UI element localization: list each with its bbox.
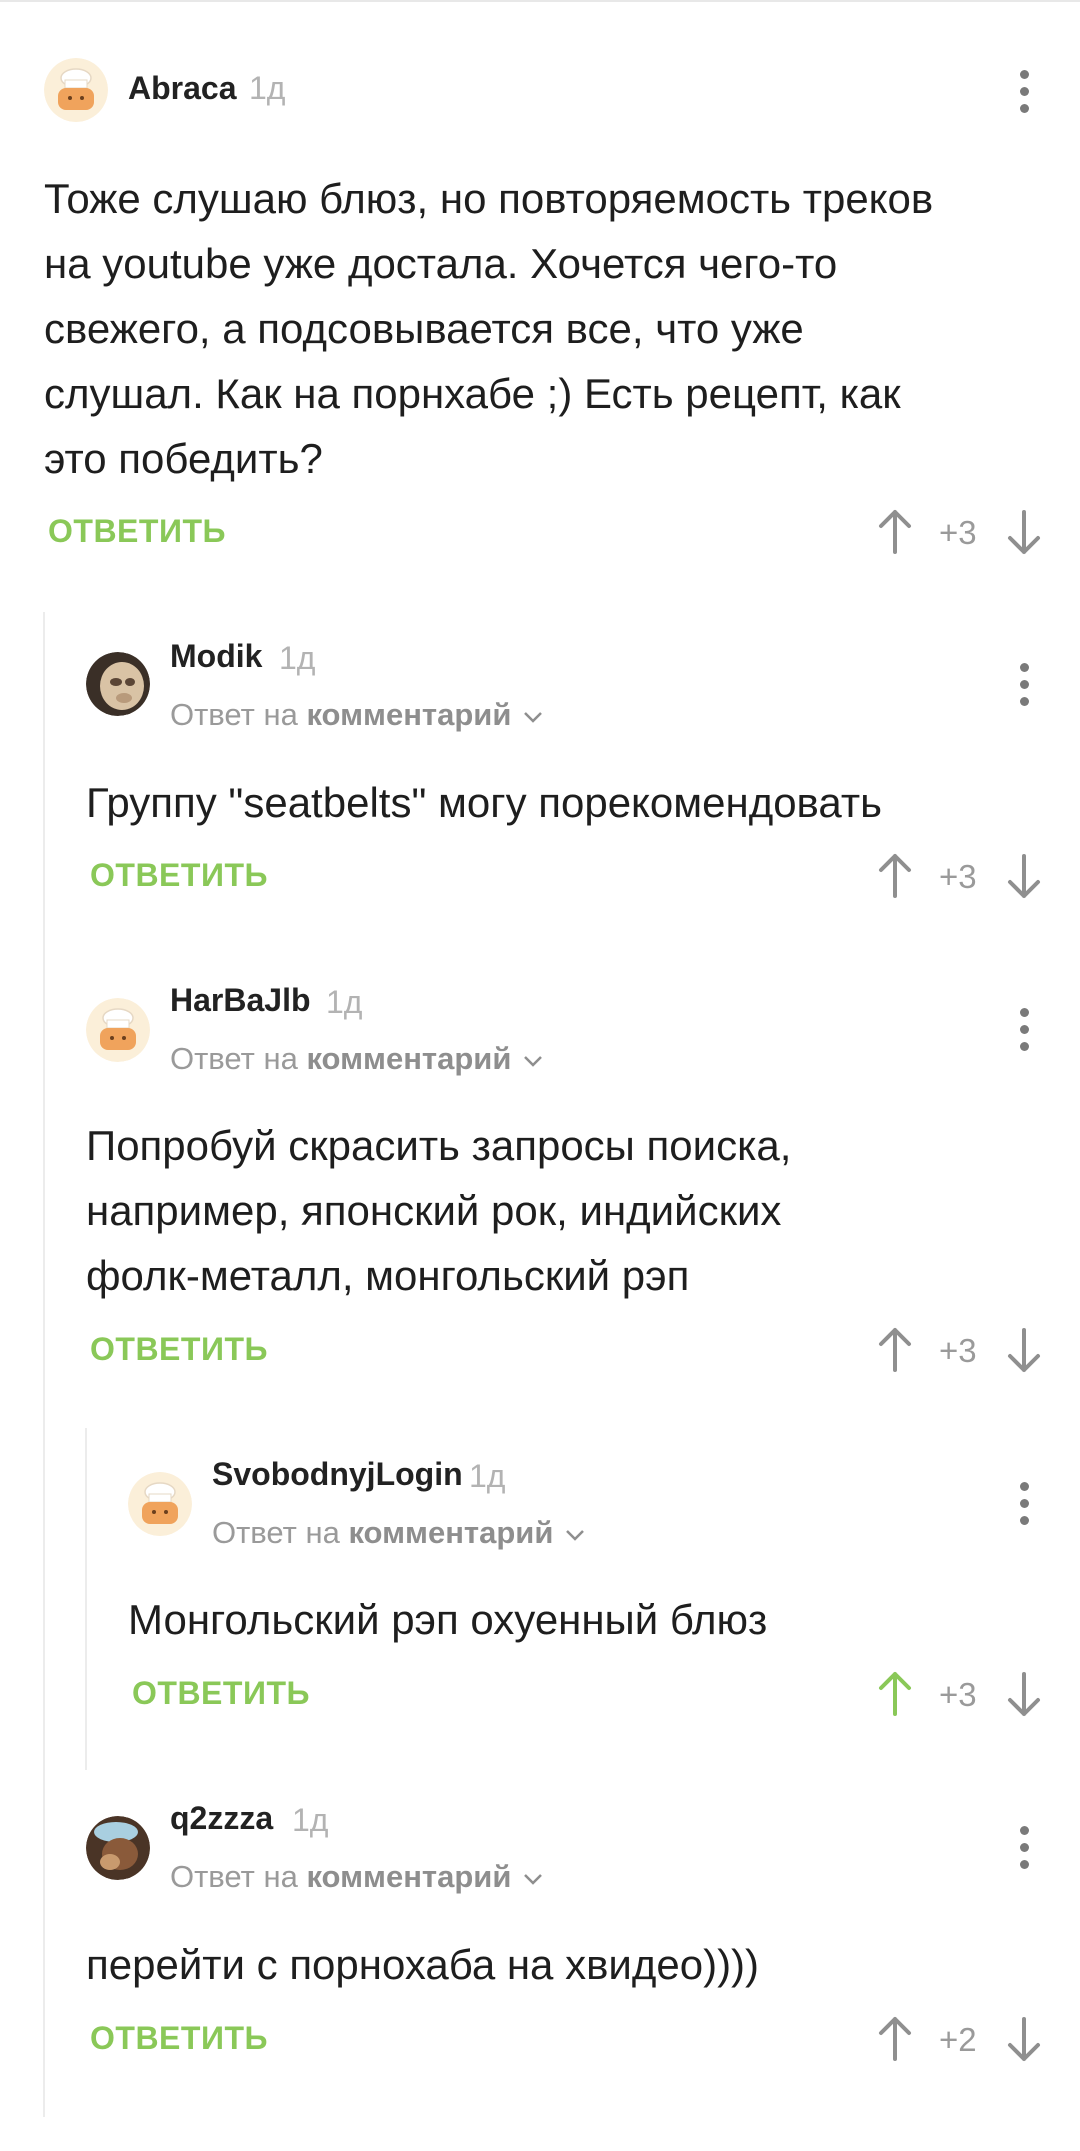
- timestamp: 1д: [326, 984, 363, 1020]
- upvote-arrow-icon[interactable]: [875, 1326, 915, 1374]
- score: +2: [939, 2021, 977, 2058]
- timestamp: 1д: [469, 1458, 506, 1494]
- comment-text: Монгольский рэп охуенный блюз: [128, 1596, 768, 1643]
- chef-avatar-icon: [44, 58, 108, 122]
- avatar[interactable]: [86, 652, 150, 716]
- reply-button[interactable]: ОТВЕТИТЬ: [90, 2020, 268, 2057]
- chevron-down-icon: [524, 711, 543, 723]
- reply-to-link[interactable]: Ответ на комментарий: [170, 1859, 543, 1895]
- upvote-arrow-icon[interactable]: [875, 1670, 915, 1718]
- comment-text: перейти с порнохаба на хвидео)))): [86, 1941, 760, 1988]
- author-name[interactable]: HarBaJlb: [170, 982, 311, 1019]
- chevron-down-icon: [524, 1873, 543, 1885]
- downvote-arrow-icon[interactable]: [1004, 1670, 1044, 1718]
- timestamp: 1д: [279, 640, 316, 676]
- reply-button[interactable]: ОТВЕТИТЬ: [90, 1331, 268, 1368]
- thread-line-level-1: [43, 612, 45, 2117]
- score: +3: [939, 858, 977, 895]
- photo-avatar-icon: [86, 1816, 150, 1880]
- chevron-down-icon: [566, 1529, 585, 1541]
- comment-text: Группу "seatbelts" могу порекомендовать: [86, 779, 882, 826]
- top-divider: [0, 0, 1080, 2]
- reply-to-link[interactable]: Ответ на комментарий: [170, 1041, 543, 1077]
- timestamp: 1д: [249, 70, 286, 106]
- timestamp: 1д: [292, 1802, 329, 1838]
- more-options-icon[interactable]: [1008, 663, 1040, 715]
- reply-to-link[interactable]: Ответ на комментарий: [212, 1515, 585, 1551]
- author-name[interactable]: Modik: [170, 638, 262, 675]
- reply-button[interactable]: ОТВЕТИТЬ: [48, 513, 226, 550]
- upvote-arrow-icon[interactable]: [875, 508, 915, 556]
- author-name[interactable]: SvobodnyjLogin: [212, 1456, 463, 1493]
- upvote-arrow-icon[interactable]: [875, 2015, 915, 2063]
- avatar[interactable]: [44, 58, 108, 122]
- upvote-arrow-icon[interactable]: [875, 852, 915, 900]
- author-name[interactable]: Abraca: [128, 70, 237, 107]
- author-name[interactable]: q2zzza: [170, 1800, 273, 1837]
- score: +3: [939, 1332, 977, 1369]
- more-options-icon[interactable]: [1008, 1826, 1040, 1878]
- comment-text: Попробуй скрасить запросы поиска, наприм…: [86, 1122, 792, 1299]
- downvote-arrow-icon[interactable]: [1004, 508, 1044, 556]
- chef-avatar-icon: [128, 1472, 192, 1536]
- comment-text: Тоже слушаю блюз, но повторяемость треко…: [44, 175, 934, 482]
- downvote-arrow-icon[interactable]: [1004, 1326, 1044, 1374]
- chevron-down-icon: [524, 1055, 543, 1067]
- more-options-icon[interactable]: [1008, 70, 1040, 122]
- thread-line-level-2: [85, 1428, 87, 1770]
- score: +3: [939, 514, 977, 551]
- avatar[interactable]: [86, 1816, 150, 1880]
- reply-button[interactable]: ОТВЕТИТЬ: [90, 857, 268, 894]
- reply-button[interactable]: ОТВЕТИТЬ: [132, 1675, 310, 1712]
- downvote-arrow-icon[interactable]: [1004, 2015, 1044, 2063]
- reply-to-link[interactable]: Ответ на комментарий: [170, 697, 543, 733]
- more-options-icon[interactable]: [1008, 1008, 1040, 1060]
- chef-avatar-icon: [86, 998, 150, 1062]
- photo-avatar-icon: [86, 652, 150, 716]
- score: +3: [939, 1676, 977, 1713]
- avatar[interactable]: [86, 998, 150, 1062]
- downvote-arrow-icon[interactable]: [1004, 852, 1044, 900]
- avatar[interactable]: [128, 1472, 192, 1536]
- more-options-icon[interactable]: [1008, 1482, 1040, 1534]
